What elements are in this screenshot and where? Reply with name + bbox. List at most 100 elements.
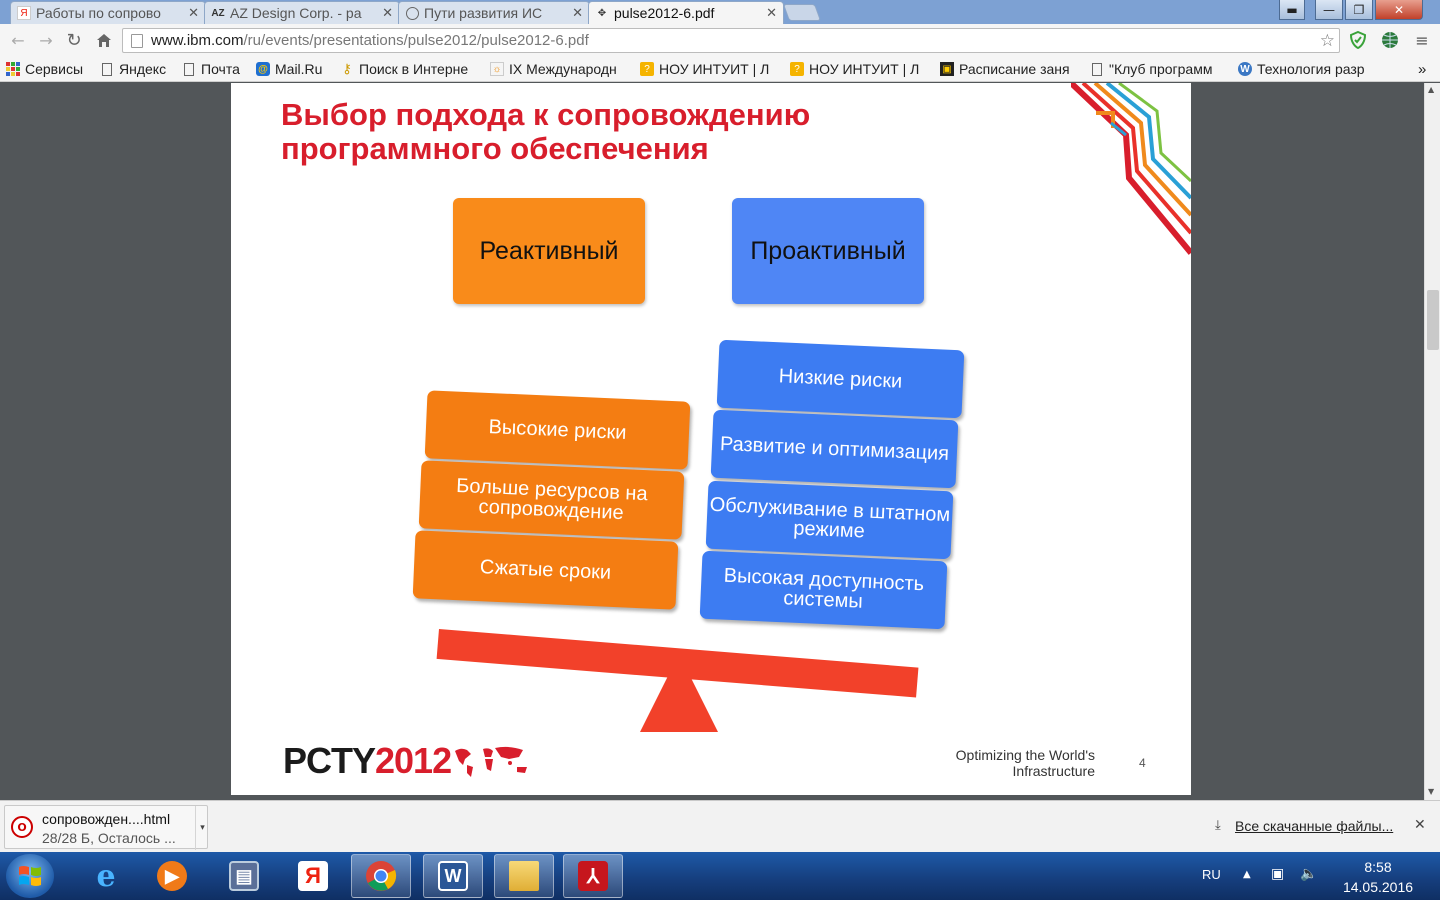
apps-grid-icon: [6, 62, 20, 76]
bookmark-label: IX Международн: [509, 61, 617, 77]
clock-date[interactable]: 14.05.2016: [1330, 879, 1426, 895]
tab-close-icon[interactable]: ✕: [382, 5, 393, 21]
bookmark-intuit-2[interactable]: ? НОУ ИНТУИТ | Л: [790, 60, 928, 78]
slide-page-number: 4: [1139, 756, 1146, 770]
network-icon[interactable]: ▣: [1271, 866, 1284, 882]
schedule-icon: ▣: [940, 62, 954, 76]
tab-title: pulse2012-6.pdf: [614, 5, 715, 21]
reactive-item: Высокие риски: [424, 390, 691, 470]
yandex-icon: Я: [17, 6, 31, 20]
bookmarks-bar: Сервисы Яндекс Почта @ Mail.Ru ⚷ Поиск в…: [0, 56, 1440, 82]
az-icon: AZ: [211, 7, 225, 19]
back-arrow-icon[interactable]: ←: [8, 30, 28, 50]
close-shelf-icon[interactable]: ✕: [1414, 817, 1426, 833]
bookmark-technology[interactable]: W Технология разр: [1238, 60, 1378, 78]
scroll-down-arrow-icon[interactable]: ▼: [1428, 787, 1434, 796]
slide-tagline: Optimizing the World's Infrastructure: [955, 747, 1095, 779]
shield-icon[interactable]: [1349, 31, 1367, 49]
security-icon[interactable]: ▤: [214, 854, 274, 898]
tab-close-icon[interactable]: ✕: [572, 5, 583, 21]
media-player-icon[interactable]: ▶: [142, 854, 202, 898]
intuit-icon: ?: [790, 62, 804, 76]
tab-title: Пути развития ИС: [424, 5, 543, 21]
new-tab-button[interactable]: [782, 4, 822, 21]
loading-icon: [405, 6, 419, 20]
page-icon: [131, 33, 143, 48]
reactive-item: Сжатые сроки: [412, 530, 679, 610]
vertical-scrollbar[interactable]: ▲ ▼: [1424, 83, 1440, 800]
yandex-browser-icon[interactable]: Я: [283, 854, 343, 898]
bookmark-pochta[interactable]: Почта: [182, 60, 240, 78]
browser-title-bar: Я Работы по сопрово ✕ AZ AZ Design Corp.…: [0, 0, 1440, 24]
tab-close-icon[interactable]: ✕: [188, 5, 199, 21]
tab-4-active[interactable]: ✥ pulse2012-6.pdf ✕: [588, 1, 784, 24]
bookmark-label: НОУ ИНТУИТ | Л: [809, 61, 920, 77]
start-button[interactable]: [6, 854, 54, 898]
tab-3[interactable]: Пути развития ИС ✕: [398, 1, 590, 24]
scrollbar-thumb[interactable]: [1427, 290, 1439, 350]
explorer-folder-icon[interactable]: [494, 854, 554, 898]
volume-icon[interactable]: 🔈: [1300, 866, 1317, 882]
download-status: 28/28 Б, Осталось ...: [42, 830, 176, 846]
language-indicator[interactable]: RU: [1202, 867, 1221, 882]
url-path: /ru/events/presentations/pulse2012/pulse…: [243, 32, 589, 49]
address-bar[interactable]: www.ibm.com/ru/events/presentations/puls…: [122, 28, 1340, 53]
mailru-icon: @: [256, 62, 270, 76]
tab-close-icon[interactable]: ✕: [766, 5, 777, 21]
conference-icon: ☼: [490, 62, 504, 76]
bookmark-services[interactable]: Сервисы: [6, 60, 83, 78]
tab-title: AZ Design Corp. - ра: [230, 5, 362, 21]
decorative-lines: [1071, 83, 1191, 255]
wordpress-icon: W: [1238, 62, 1252, 76]
chrome-icon[interactable]: [351, 854, 411, 898]
clock-time[interactable]: 8:58: [1330, 859, 1426, 875]
bookmarks-overflow-button[interactable]: »: [1418, 60, 1426, 78]
bookmark-label: Почта: [201, 61, 240, 77]
word-icon[interactable]: W: [423, 854, 483, 898]
forward-arrow-icon[interactable]: →: [36, 30, 56, 50]
close-window-button[interactable]: ✕: [1375, 0, 1423, 20]
pdf-page: Выбор подхода к сопровождению программно…: [231, 83, 1191, 795]
bookmark-yandex[interactable]: Яндекс: [100, 60, 166, 78]
proactive-item: Развитие и оптимизация: [710, 409, 959, 489]
internet-explorer-icon[interactable]: e: [76, 854, 136, 898]
tab-1[interactable]: Я Работы по сопрово ✕: [10, 1, 206, 24]
pcty-logo: PCTY2012: [283, 743, 452, 779]
globe-icon[interactable]: [1381, 31, 1399, 49]
browser-toolbar: ← → ↻ www.ibm.com/ru/events/presentation…: [0, 24, 1440, 56]
bookmark-conference[interactable]: ☼ IX Международн: [490, 60, 628, 78]
scroll-up-arrow-icon[interactable]: ▲: [1428, 85, 1434, 94]
bookmark-programmers-club[interactable]: "Клуб программ: [1090, 60, 1228, 78]
maximize-button[interactable]: ❐: [1345, 0, 1373, 20]
bookmark-label: Сервисы: [25, 61, 84, 77]
proactive-item: Высокая доступность системы: [699, 550, 948, 630]
download-item[interactable]: O сопровожден....html 28/28 Б, Осталось …: [4, 805, 209, 850]
tab-2[interactable]: AZ AZ Design Corp. - ра ✕: [204, 1, 400, 24]
acrobat-icon[interactable]: ⅄: [563, 854, 623, 898]
download-arrow-icon: ⤓: [1215, 818, 1221, 833]
proactive-item: Обслуживание в штатном режиме: [705, 480, 954, 560]
download-shelf: O сопровожден....html 28/28 Б, Осталось …: [0, 800, 1440, 852]
bookmark-schedule[interactable]: ▣ Расписание заня: [940, 60, 1078, 78]
bookmark-intuit-1[interactable]: ? НОУ ИНТУИТ | Л: [640, 60, 778, 78]
bookmark-label: Яндекс: [119, 61, 167, 77]
all-downloads-link[interactable]: Все скачанные файлы...: [1235, 818, 1393, 834]
reload-icon[interactable]: ↻: [64, 30, 84, 51]
user-icon[interactable]: ▬: [1279, 0, 1305, 20]
page-icon: [182, 62, 196, 76]
reactive-header: Реактивный: [453, 198, 645, 304]
bookmark-search[interactable]: ⚷ Поиск в Интерне: [340, 60, 480, 78]
pdf-viewer[interactable]: Выбор подхода к сопровождению программно…: [0, 83, 1424, 800]
home-icon[interactable]: [94, 30, 114, 50]
scale-fulcrum: [640, 654, 718, 732]
tray-expand-icon[interactable]: ▲: [1243, 869, 1251, 880]
download-menu-chevron-icon[interactable]: ▾: [195, 806, 209, 850]
menu-icon[interactable]: ≡: [1413, 31, 1431, 50]
bookmark-star-icon[interactable]: ☆: [1320, 31, 1335, 51]
proactive-item: Низкие риски: [716, 339, 965, 419]
download-filename: сопровожден....html: [42, 811, 171, 827]
bookmark-mailru[interactable]: @ Mail.Ru: [256, 60, 322, 78]
minimize-button[interactable]: —: [1315, 0, 1343, 20]
page-icon: [100, 62, 114, 76]
page-icon: [1090, 62, 1104, 76]
